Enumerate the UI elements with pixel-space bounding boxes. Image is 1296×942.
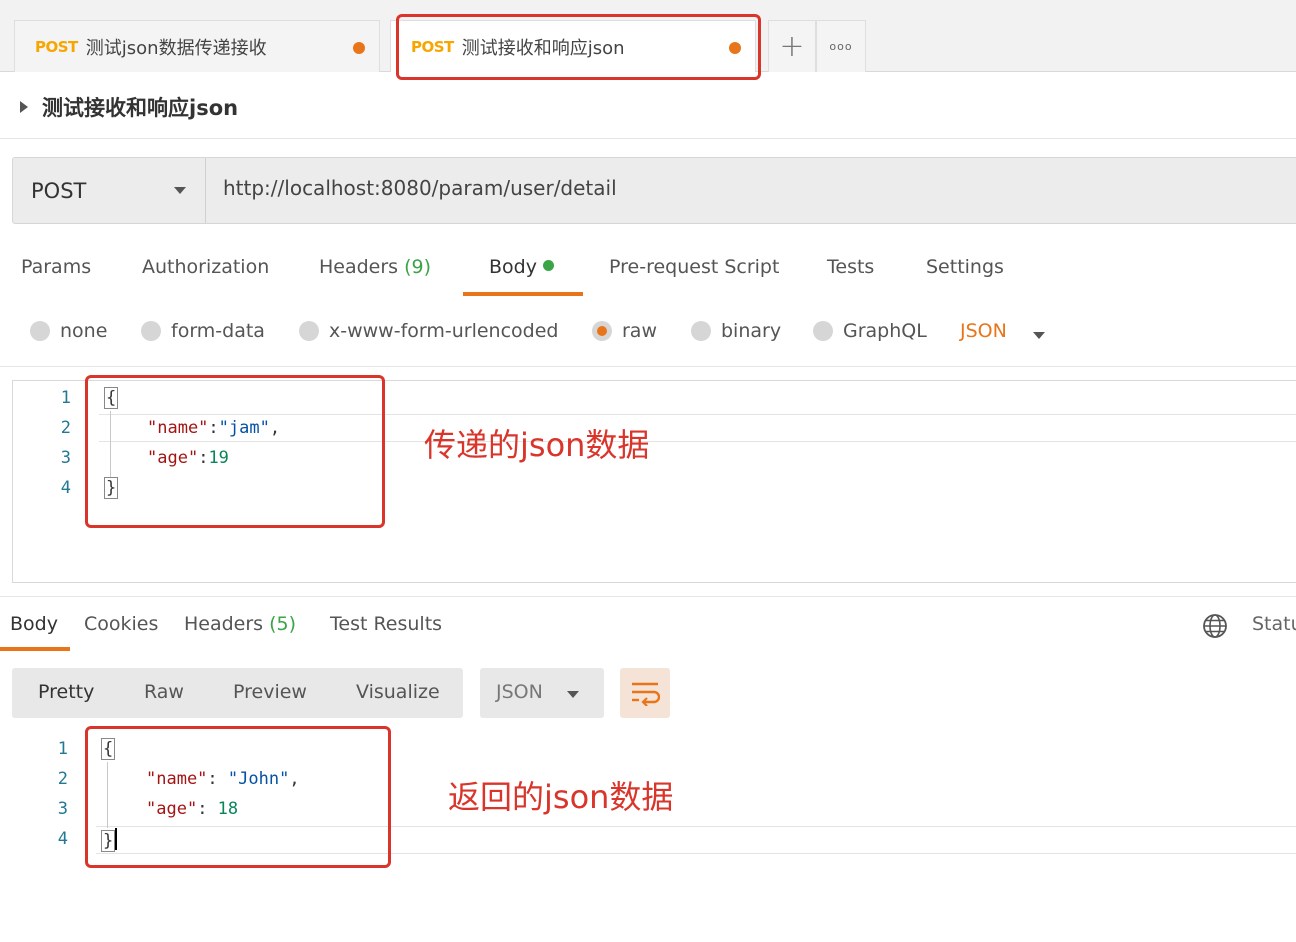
divider [0, 596, 1296, 597]
radio-label: form-data [171, 320, 265, 342]
view-visualize-button[interactable]: Visualize [356, 681, 440, 703]
radio-circle-icon [299, 321, 319, 341]
line-number: 4 [57, 829, 68, 849]
radio-circle-icon [691, 321, 711, 341]
chevron-down-icon [567, 691, 579, 698]
response-tab-test-results[interactable]: Test Results [330, 613, 442, 635]
radio-selected-icon [592, 321, 612, 341]
globe-icon[interactable] [1202, 613, 1228, 639]
response-tabs: Body Cookies Headers (5) Test Results St… [0, 605, 1296, 651]
radio-label: GraphQL [843, 320, 927, 342]
tab-prerequest-script[interactable]: Pre-request Script [609, 256, 779, 278]
active-tab-highlight-box [396, 14, 761, 80]
radio-binary[interactable]: binary [691, 320, 781, 342]
radio-raw[interactable]: raw [592, 320, 657, 342]
response-format-select[interactable]: JSON [480, 668, 604, 718]
divider [0, 366, 1296, 367]
body-format-select[interactable]: JSON [960, 320, 1007, 342]
tab-name: 测试json数据传递接收 [85, 37, 267, 59]
response-view-modes: Pretty Raw Preview Visualize [12, 668, 463, 718]
tab-body-label: Body [489, 256, 537, 278]
radio-form-data[interactable]: form-data [141, 320, 265, 342]
view-pretty-button[interactable]: Pretty [38, 681, 94, 703]
new-tab-button[interactable]: + [768, 20, 816, 72]
tab-tests[interactable]: Tests [827, 256, 874, 278]
request-title-row[interactable]: 测试接收和响应json [20, 90, 238, 124]
radio-circle-icon [813, 321, 833, 341]
tab-authorization[interactable]: Authorization [142, 256, 269, 278]
response-tab-cookies[interactable]: Cookies [84, 613, 158, 635]
divider [0, 138, 1296, 139]
radio-urlencoded[interactable]: x-www-form-urlencoded [299, 320, 558, 342]
radio-label: raw [622, 320, 657, 342]
response-tab-body[interactable]: Body [10, 613, 58, 635]
url-input[interactable] [223, 176, 1223, 200]
line-number: 4 [60, 478, 71, 498]
url-bar: POST [12, 157, 1296, 224]
line-number: 2 [57, 769, 68, 789]
radio-label: none [60, 320, 108, 342]
chevron-down-icon [174, 187, 186, 194]
expand-caret-icon[interactable] [20, 101, 28, 113]
active-tab-underline [463, 292, 583, 296]
response-format-value: JSON [496, 681, 543, 703]
chevron-down-icon[interactable] [1033, 332, 1045, 339]
tab-method-label: POST [35, 37, 78, 56]
plus-icon: + [779, 29, 805, 64]
line-number: 1 [60, 388, 71, 408]
line-number: 3 [57, 799, 68, 819]
body-indicator-dot-icon [542, 260, 554, 271]
line-number: 2 [60, 418, 71, 438]
request-tab-1[interactable]: POST 测试json数据传递接收 [14, 20, 380, 72]
response-tab-headers-label: Headers [184, 613, 264, 635]
tab-body[interactable]: Body [489, 256, 554, 278]
method-select[interactable]: POST [13, 158, 206, 223]
request-tabs: Params Authorization Headers (9) Body Pr… [0, 248, 1296, 298]
wrap-lines-button[interactable] [620, 668, 670, 718]
radio-graphql[interactable]: GraphQL [813, 320, 927, 342]
response-tab-headers[interactable]: Headers (5) [184, 613, 296, 635]
view-preview-button[interactable]: Preview [233, 681, 307, 703]
request-annotation: 传递的json数据 [424, 426, 650, 464]
radio-none[interactable]: none [30, 320, 107, 342]
tab-more-button[interactable]: ooo [816, 20, 866, 72]
status-label: Status [1252, 613, 1296, 635]
tab-settings[interactable]: Settings [926, 256, 1004, 278]
response-annotation: 返回的json数据 [448, 778, 674, 816]
tab-headers-label: Headers [319, 256, 399, 278]
line-number: 1 [57, 739, 68, 759]
body-type-options: none form-data x-www-form-urlencoded raw… [0, 312, 1296, 352]
radio-circle-icon [141, 321, 161, 341]
radio-circle-icon [30, 321, 50, 341]
line-number: 3 [60, 448, 71, 468]
radio-label: x-www-form-urlencoded [329, 320, 559, 342]
response-json-highlight-box [85, 726, 391, 868]
headers-count: (5) [269, 613, 297, 635]
view-raw-button[interactable]: Raw [144, 681, 184, 703]
request-title: 测试接收和响应json [42, 96, 239, 120]
radio-label: binary [721, 320, 782, 342]
active-tab-underline [0, 647, 70, 651]
tab-headers[interactable]: Headers (9) [319, 256, 431, 278]
unsaved-dot-icon [353, 42, 365, 54]
method-value: POST [31, 178, 87, 203]
request-json-highlight-box [85, 375, 385, 528]
tab-params[interactable]: Params [21, 256, 91, 278]
more-icon: ooo [829, 40, 853, 53]
wrap-lines-icon [632, 682, 660, 706]
headers-count: (9) [404, 256, 432, 278]
